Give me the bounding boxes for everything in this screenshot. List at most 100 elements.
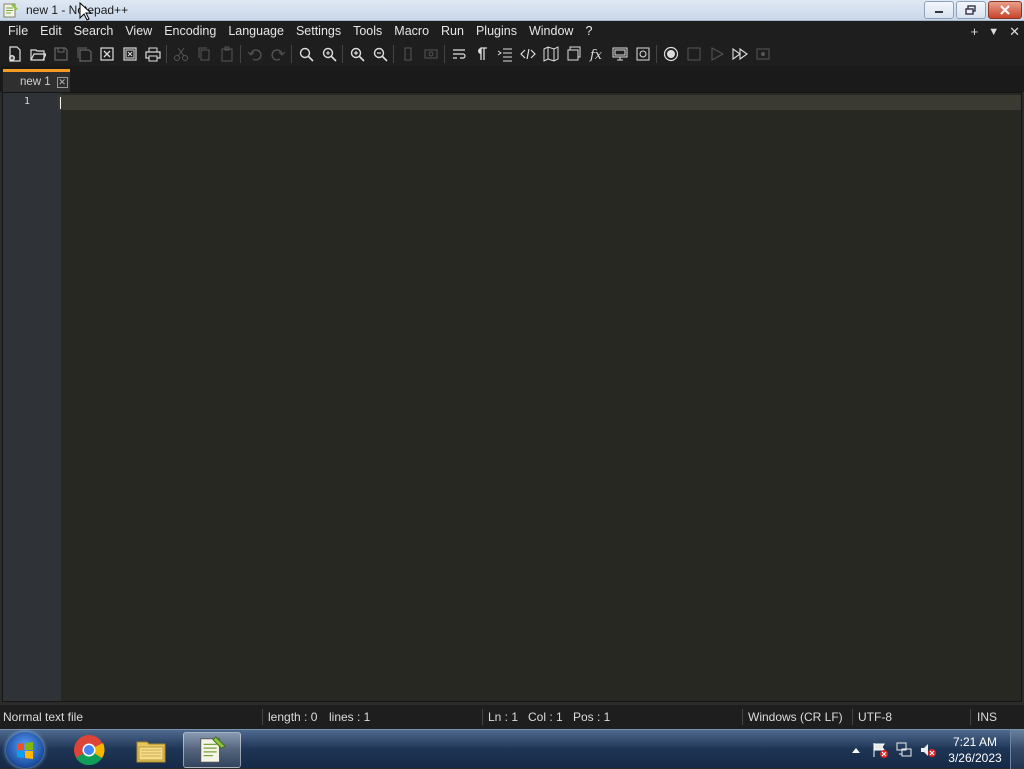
find-icon[interactable]	[294, 43, 317, 65]
minimize-button[interactable]	[924, 1, 954, 19]
menu-view[interactable]: View	[119, 21, 158, 42]
taskbar: 7:21 AM 3/26/2023	[0, 729, 1024, 769]
show-hidden-icons-icon[interactable]	[844, 740, 868, 760]
close-file-icon[interactable]	[95, 43, 118, 65]
toolbar-separator	[240, 45, 241, 63]
editor-area[interactable]: 1	[2, 92, 1022, 702]
save-icon[interactable]	[49, 43, 72, 65]
status-divider	[742, 709, 743, 725]
menu-settings[interactable]: Settings	[290, 21, 347, 42]
sync-vertical-icon[interactable]	[396, 43, 419, 65]
current-line-highlight	[58, 95, 1021, 110]
stop-record-icon[interactable]	[682, 43, 705, 65]
tab-bar: new 1 ✕	[0, 66, 1024, 92]
toolbar-separator	[342, 45, 343, 63]
taskbar-clock[interactable]: 7:21 AM 3/26/2023	[940, 734, 1010, 766]
status-insert-mode[interactable]: INS	[977, 705, 997, 729]
replace-icon[interactable]	[317, 43, 340, 65]
close-button[interactable]	[988, 1, 1022, 19]
network-icon[interactable]	[892, 740, 916, 760]
clock-time: 7:21 AM	[952, 734, 998, 749]
status-file-type: Normal text file	[3, 710, 84, 724]
redo-icon[interactable]	[266, 43, 289, 65]
monitoring-icon[interactable]	[631, 43, 654, 65]
menu-edit[interactable]: Edit	[34, 21, 68, 42]
sync-horizontal-icon[interactable]	[419, 43, 442, 65]
status-pos: Pos : 1	[573, 710, 611, 724]
save-all-icon[interactable]	[72, 43, 95, 65]
close-all-icon[interactable]	[118, 43, 141, 65]
tab-new-1[interactable]: new 1 ✕	[3, 69, 70, 92]
restore-icon	[965, 5, 976, 15]
notepadpp-icon[interactable]	[3, 2, 19, 18]
volume-muted-icon[interactable]	[916, 740, 940, 760]
folder-as-workspace-icon[interactable]	[608, 43, 631, 65]
document-map-icon[interactable]	[539, 43, 562, 65]
notepadpp-icon[interactable]	[183, 732, 241, 768]
menu-macro[interactable]: Macro	[388, 21, 435, 42]
dropdown-icon[interactable]: ▼	[988, 26, 999, 38]
windows-start-icon[interactable]	[6, 732, 44, 768]
action-center-icon[interactable]	[868, 740, 892, 760]
chrome-icon[interactable]	[60, 732, 118, 768]
paste-icon[interactable]	[215, 43, 238, 65]
menu-search[interactable]: Search	[68, 21, 120, 42]
menu-run[interactable]: Run	[435, 21, 470, 42]
title-bar: new 1 - Notepad++	[0, 0, 1024, 21]
menu-plugins[interactable]: Plugins	[470, 21, 523, 42]
tab-close-icon[interactable]: ✕	[56, 76, 68, 88]
tab-label: new 1	[20, 76, 51, 88]
menu-file[interactable]: File	[2, 21, 34, 42]
toolbar-separator	[393, 45, 394, 63]
word-wrap-icon[interactable]	[447, 43, 470, 65]
close-icon	[1000, 5, 1010, 15]
status-bar: Normal text file length : 0 lines : 1 Ln…	[0, 705, 1024, 729]
status-encoding[interactable]: UTF-8	[858, 705, 892, 729]
toolbar-separator	[656, 45, 657, 63]
zoom-in-icon[interactable]	[345, 43, 368, 65]
save-macro-icon[interactable]	[751, 43, 774, 65]
open-file-icon[interactable]	[26, 43, 49, 65]
run-macro-multiple-icon[interactable]	[728, 43, 751, 65]
cut-icon[interactable]	[169, 43, 192, 65]
toolbar-separator	[166, 45, 167, 63]
menu-help[interactable]: ?	[579, 21, 598, 42]
toolbar-separator	[291, 45, 292, 63]
status-ln: Ln : 1	[488, 710, 519, 724]
svg-text:fx: fx	[589, 48, 603, 62]
line-number: 1	[23, 96, 30, 107]
file-explorer-icon[interactable]	[122, 732, 180, 768]
undo-icon[interactable]	[243, 43, 266, 65]
status-divider	[970, 709, 971, 725]
record-macro-icon[interactable]	[659, 43, 682, 65]
menu-window[interactable]: Window	[523, 21, 579, 42]
print-icon[interactable]	[141, 43, 164, 65]
window-title: new 1 - Notepad++	[26, 3, 129, 17]
status-divider	[262, 709, 263, 725]
indent-guide-icon[interactable]	[493, 43, 516, 65]
close-icon[interactable]: ✕	[1009, 24, 1020, 40]
status-divider	[482, 709, 483, 725]
status-eol[interactable]: Windows (CR LF)	[748, 705, 843, 729]
menu-language[interactable]: Language	[222, 21, 290, 42]
zoom-out-icon[interactable]	[368, 43, 391, 65]
function-icon[interactable]: fx	[585, 43, 608, 65]
status-lines: lines : 1	[329, 710, 371, 724]
fold-margin	[58, 93, 61, 701]
restore-button[interactable]	[956, 1, 986, 19]
menu-bar: File Edit Search View Encoding Language …	[0, 21, 1024, 42]
function-list-icon[interactable]	[562, 43, 585, 65]
text-caret	[60, 97, 61, 109]
new-file-icon[interactable]	[3, 43, 26, 65]
xml-tag-icon[interactable]	[516, 43, 539, 65]
show-all-chars-icon[interactable]	[470, 43, 493, 65]
status-divider	[852, 709, 853, 725]
play-macro-icon[interactable]	[705, 43, 728, 65]
copy-icon[interactable]	[192, 43, 215, 65]
status-length: length : 0	[268, 710, 318, 724]
menu-tools[interactable]: Tools	[347, 21, 388, 42]
show-desktop-button[interactable]	[1010, 730, 1024, 769]
menu-encoding[interactable]: Encoding	[158, 21, 222, 42]
toolbar: fx	[0, 42, 1024, 66]
add-icon[interactable]: +	[971, 24, 979, 39]
